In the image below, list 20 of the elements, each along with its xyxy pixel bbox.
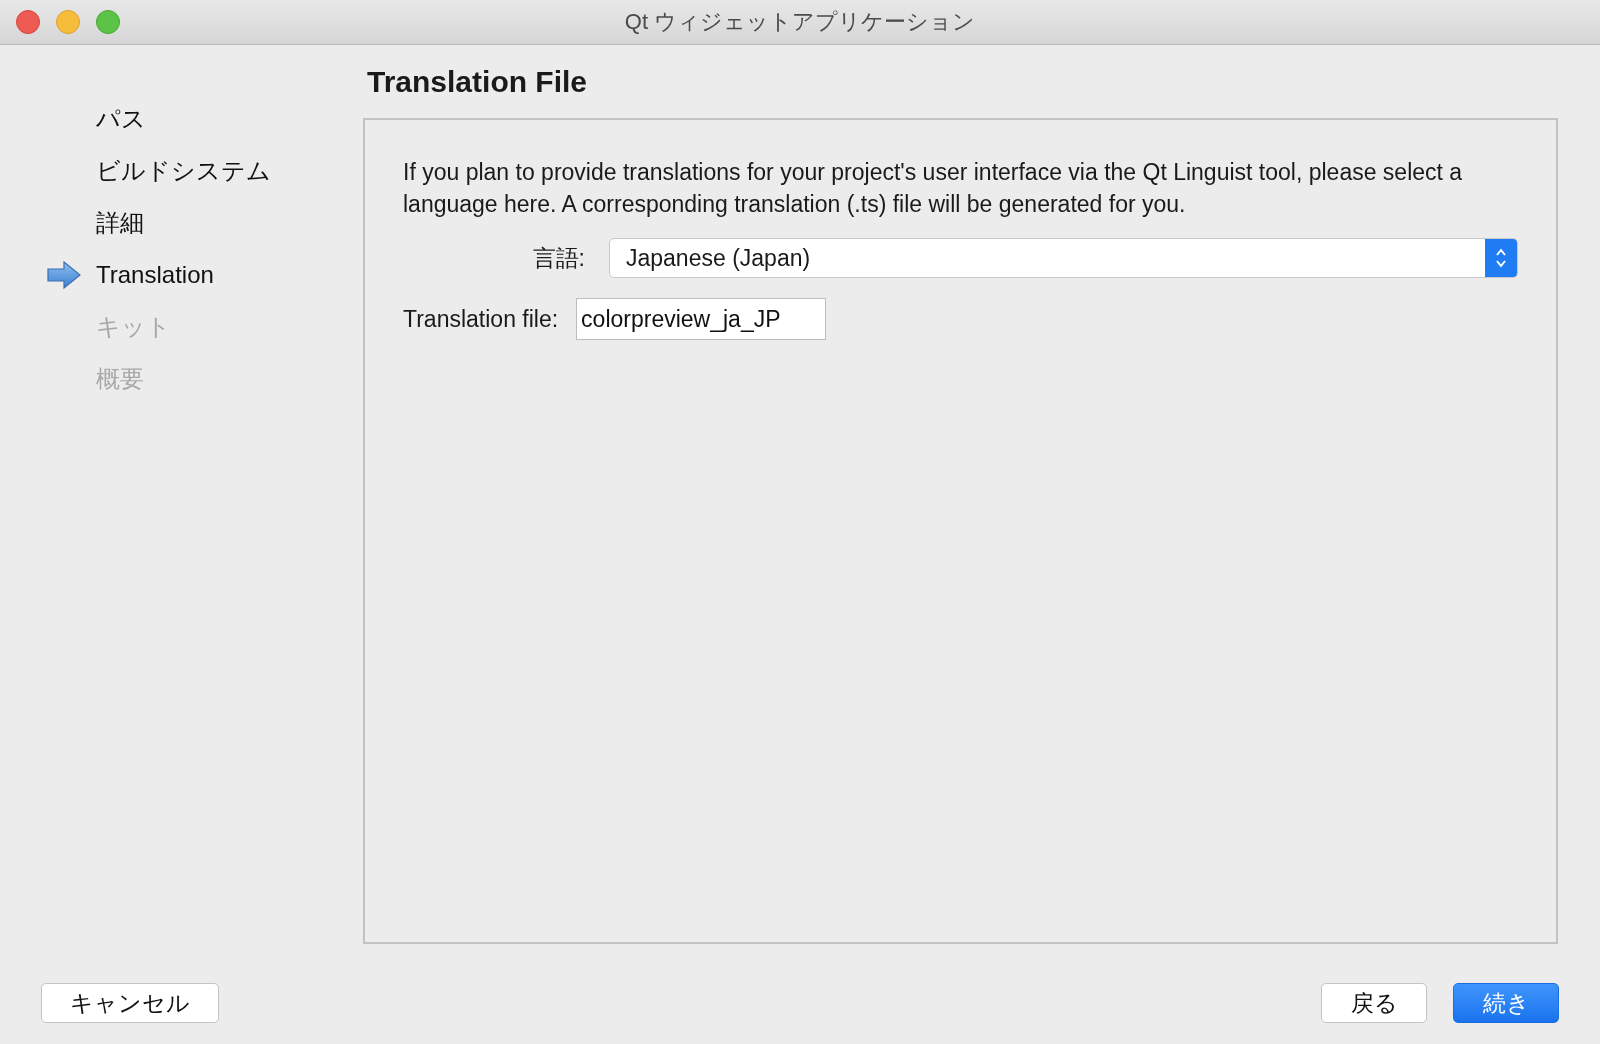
window-title: Qt ウィジェットアプリケーション <box>624 8 976 36</box>
zoom-button[interactable] <box>96 10 120 34</box>
language-dropdown[interactable]: Japanese (Japan) <box>609 238 1518 278</box>
wizard-step: 概要 <box>96 363 144 395</box>
cancel-button[interactable]: キャンセル <box>41 983 219 1023</box>
translation-file-label: Translation file: <box>403 305 559 333</box>
chevron-updown-icon <box>1485 239 1517 277</box>
wizard-step: 詳細 <box>96 207 144 239</box>
description-text: If you plan to provide translations for your project's user interface via the Qt Linguist tool, please select a language here. A corresponding translation (.ts) file will be generated for you. <box>403 158 1464 219</box>
next-button[interactable]: 続き <box>1453 983 1559 1023</box>
wizard-step: ビルドシステム <box>96 155 271 187</box>
minimize-button[interactable] <box>56 10 80 34</box>
translation-file-field[interactable]: colorpreview_ja_JP <box>576 298 827 340</box>
page-heading: Translation File <box>367 65 589 100</box>
wizard-step: Translation <box>96 261 214 289</box>
close-button[interactable] <box>16 10 40 34</box>
wizard-step: キット <box>96 311 171 343</box>
back-button[interactable]: 戻る <box>1321 983 1427 1023</box>
language-label: 言語: <box>531 243 585 273</box>
wizard-step: パス <box>96 103 146 135</box>
